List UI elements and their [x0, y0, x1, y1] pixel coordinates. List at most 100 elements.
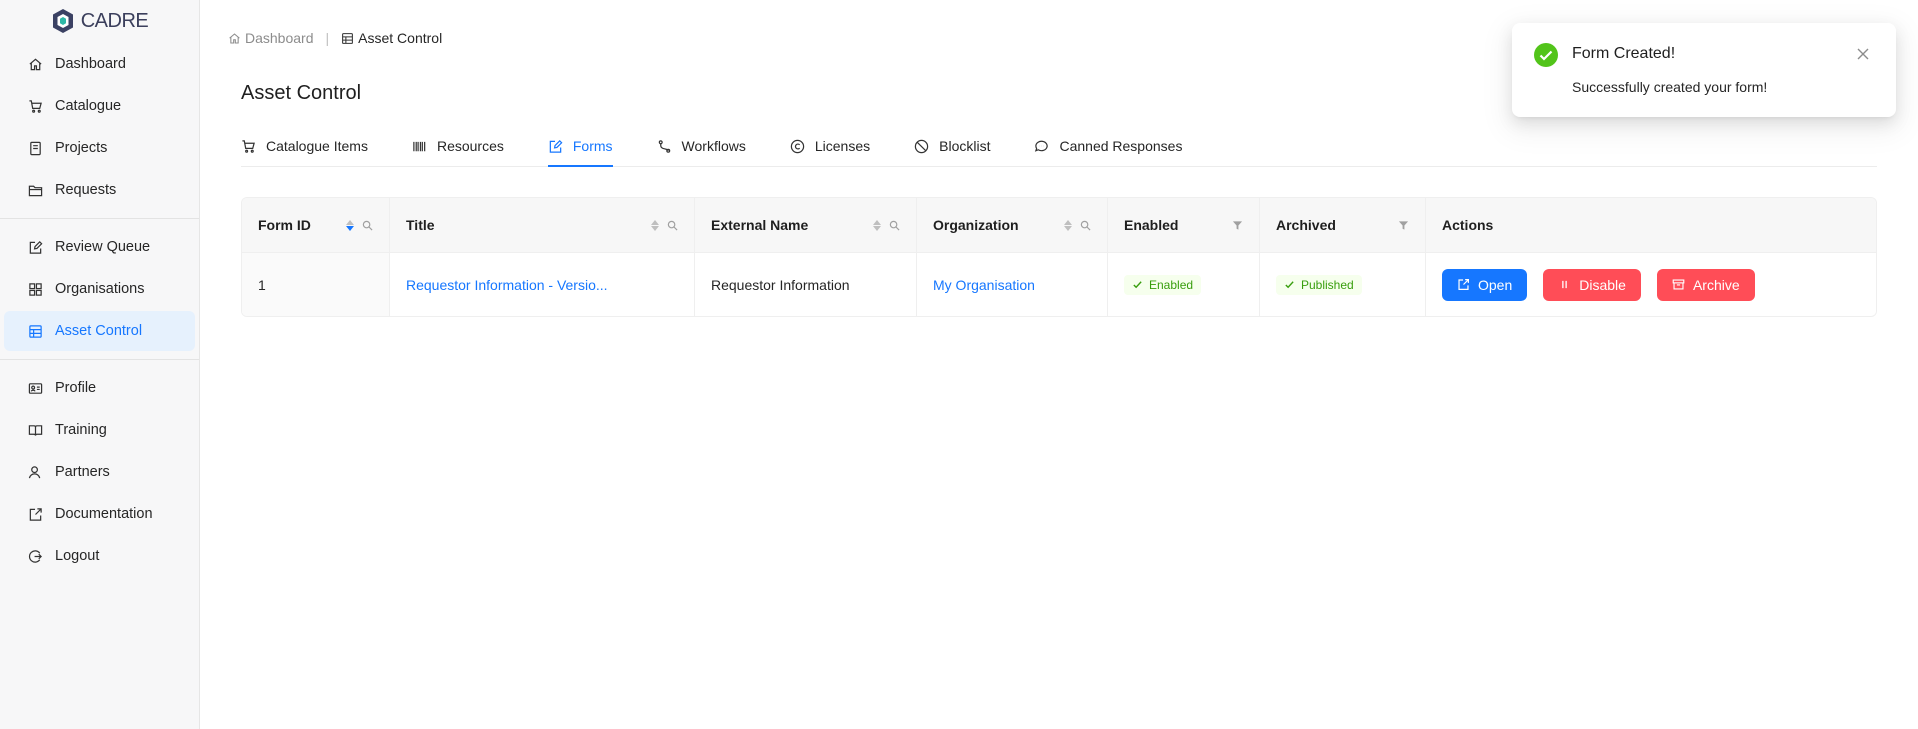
- tab-bar: Catalogue Items Resources Forms Workflow…: [241, 126, 1877, 167]
- cell-form-id: 1: [242, 253, 390, 316]
- column-header-label: Organization: [933, 217, 1019, 233]
- tab-canned-responses[interactable]: Canned Responses: [1034, 126, 1182, 166]
- search-icon[interactable]: [889, 220, 900, 231]
- edit-icon: [29, 240, 43, 254]
- enabled-status-badge: Enabled: [1124, 274, 1202, 295]
- message-icon: [1035, 140, 1049, 152]
- sort-icon[interactable]: [651, 219, 659, 231]
- tab-forms[interactable]: Forms: [547, 126, 613, 167]
- notification-title: Form Created!: [1572, 45, 1676, 62]
- database-icon: [29, 324, 42, 338]
- cart-icon: [29, 99, 42, 113]
- appstore-icon: [29, 282, 42, 296]
- enabled-status-label: Enabled: [1149, 277, 1194, 292]
- sidebar: CADRE Dashboard Catalogue Projects Reque…: [0, 0, 200, 729]
- sidebar-item-label: Projects: [55, 140, 108, 156]
- tab-resources[interactable]: Resources: [412, 126, 504, 166]
- cell-organization: My Organisation: [917, 253, 1108, 316]
- breadcrumb-dashboard-label: Dashboard: [245, 30, 314, 46]
- branches-icon: [658, 139, 670, 153]
- tab-label: Resources: [436, 138, 504, 154]
- check-icon: [1133, 281, 1142, 289]
- form-title-link[interactable]: Requestor Information - Versio...: [406, 277, 608, 293]
- archived-status-label: Published: [1301, 277, 1354, 292]
- tab-label: Licenses: [814, 138, 871, 154]
- search-icon[interactable]: [362, 220, 373, 231]
- filter-icon[interactable]: [1398, 220, 1409, 231]
- column-header-form-id[interactable]: Form ID: [242, 198, 390, 252]
- sidebar-item-training[interactable]: Training: [4, 410, 195, 450]
- sidebar-item-catalogue[interactable]: Catalogue: [4, 86, 195, 126]
- disable-button[interactable]: Disable: [1543, 268, 1641, 301]
- sidebar-item-documentation[interactable]: Documentation: [4, 494, 195, 534]
- column-header-label: Enabled: [1124, 217, 1179, 233]
- sidebar-item-label: Logout: [55, 548, 100, 564]
- breadcrumb-current-label: Asset Control: [358, 30, 443, 46]
- close-icon[interactable]: [1856, 47, 1870, 61]
- column-header-label: Title: [406, 217, 435, 233]
- export-icon: [1458, 279, 1469, 290]
- sidebar-item-label: Review Queue: [55, 239, 151, 255]
- home-icon: [29, 58, 42, 70]
- sidebar-item-label: Organisations: [55, 281, 145, 297]
- sidebar-item-logout[interactable]: Logout: [4, 536, 195, 576]
- column-header-label: Archived: [1276, 217, 1336, 233]
- search-icon[interactable]: [1080, 220, 1091, 231]
- cadre-logo-icon: [52, 9, 73, 33]
- cart-icon: [242, 139, 255, 153]
- organization-link[interactable]: My Organisation: [933, 277, 1035, 293]
- sidebar-item-asset-control[interactable]: Asset Control: [4, 311, 195, 351]
- tab-catalogue-items[interactable]: Catalogue Items: [241, 126, 368, 166]
- archived-status-badge: Published: [1276, 274, 1362, 295]
- sidebar-item-organisations[interactable]: Organisations: [4, 269, 195, 309]
- column-header-label: External Name: [711, 217, 809, 233]
- column-header-enabled[interactable]: Enabled: [1108, 198, 1260, 252]
- notification-message: Successfully created your form!: [1572, 79, 1768, 95]
- column-header-external-name[interactable]: External Name: [695, 198, 917, 252]
- logo-text: CADRE: [80, 9, 149, 32]
- sidebar-item-projects[interactable]: Projects: [4, 128, 195, 168]
- breadcrumb-separator: |: [325, 30, 330, 46]
- form-icon: [549, 139, 563, 153]
- search-icon[interactable]: [667, 220, 678, 231]
- stop-icon: [914, 139, 929, 153]
- check-icon: [1285, 281, 1294, 289]
- sidebar-item-requests[interactable]: Requests: [4, 170, 195, 210]
- cell-external-name: Requestor Information: [695, 253, 917, 316]
- column-header-label: Form ID: [258, 217, 311, 233]
- column-header-archived[interactable]: Archived: [1260, 198, 1426, 252]
- sidebar-item-partners[interactable]: Partners: [4, 452, 195, 492]
- copyright-icon: [790, 139, 805, 153]
- sidebar-item-review-queue[interactable]: Review Queue: [4, 227, 195, 267]
- sidebar-item-label: Catalogue: [55, 98, 122, 114]
- sidebar-item-dashboard[interactable]: Dashboard: [4, 44, 195, 84]
- folder-icon: [28, 185, 43, 196]
- breadcrumb-dashboard[interactable]: Dashboard: [228, 30, 314, 46]
- sidebar-divider: [0, 359, 199, 360]
- tab-licenses[interactable]: Licenses: [790, 126, 870, 166]
- column-header-organization[interactable]: Organization: [917, 198, 1108, 252]
- column-header-title[interactable]: Title: [390, 198, 695, 252]
- home-icon: [229, 32, 240, 43]
- sidebar-item-label: Training: [55, 422, 107, 438]
- sidebar-item-label: Documentation: [55, 506, 153, 522]
- tab-label: Canned Responses: [1059, 138, 1183, 154]
- filter-icon[interactable]: [1232, 220, 1243, 231]
- sort-icon[interactable]: [873, 219, 881, 231]
- sidebar-item-profile[interactable]: Profile: [4, 368, 195, 408]
- open-button[interactable]: Open: [1442, 268, 1528, 301]
- cell-title: Requestor Information - Versio...: [390, 253, 695, 316]
- tab-blocklist[interactable]: Blocklist: [914, 126, 990, 166]
- breadcrumb: Dashboard | Asset Control: [228, 30, 442, 46]
- sidebar-item-label: Profile: [55, 380, 97, 396]
- tab-label: Workflows: [681, 138, 746, 154]
- tab-workflows[interactable]: Workflows: [657, 126, 746, 166]
- sidebar-item-label: Asset Control: [55, 323, 143, 339]
- page-title: Asset Control: [241, 82, 362, 104]
- sort-icon[interactable]: [1064, 219, 1072, 231]
- archive-button[interactable]: Archive: [1656, 268, 1755, 301]
- sidebar-item-label: Dashboard: [55, 56, 126, 72]
- sort-icon[interactable]: [346, 219, 354, 231]
- logo[interactable]: CADRE: [0, 0, 199, 40]
- book-icon: [30, 141, 41, 155]
